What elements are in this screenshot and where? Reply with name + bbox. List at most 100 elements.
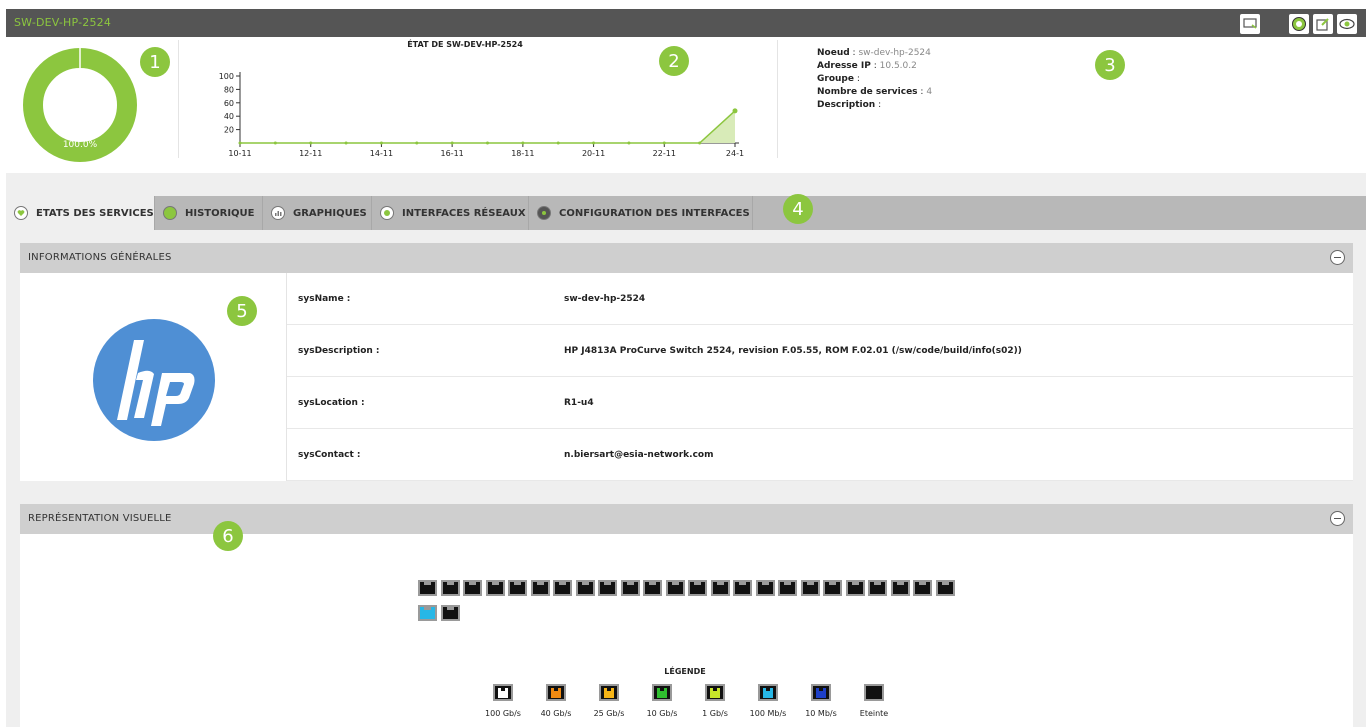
legend-item: 100 Mb/s (740, 684, 796, 718)
data-point (627, 141, 631, 145)
data-point (662, 141, 666, 145)
legend-item: 40 Gb/s (528, 684, 584, 718)
switch-port[interactable] (935, 580, 955, 596)
y-tick-label: 60 (224, 99, 234, 108)
callout-badge-5: 5 (227, 296, 257, 326)
switch-port[interactable] (575, 580, 595, 596)
bar-chart-icon (271, 206, 285, 220)
y-tick-label: 80 (224, 85, 234, 94)
legend-swatch (811, 684, 831, 701)
callout-badge-2: 2 (659, 46, 689, 76)
tab-history[interactable]: HISTORIQUE (155, 196, 263, 230)
info-row: sysContact : n.biersart@esia-network.com (287, 429, 1353, 481)
callout-badge-3: 3 (1095, 50, 1125, 80)
data-point (238, 141, 242, 145)
hp-logo (93, 319, 215, 441)
divider (178, 40, 179, 158)
screen-icon[interactable] (1240, 14, 1260, 34)
switch-port[interactable] (418, 605, 437, 621)
switch-port[interactable] (598, 580, 617, 596)
panel-title: INFORMATIONS GÉNÉRALES (28, 252, 172, 263)
info-row: sysName : sw-dev-hp-2524 (287, 273, 1353, 325)
switch-port[interactable] (463, 580, 482, 596)
legend-item: 25 Gb/s (581, 684, 637, 718)
switch-port[interactable] (688, 580, 707, 596)
switch-port[interactable] (778, 580, 797, 596)
divider (777, 40, 778, 158)
donut-ring (23, 48, 137, 162)
collapse-icon[interactable] (1330, 511, 1345, 526)
heart-icon (14, 206, 28, 220)
y-tick-label: 20 (224, 126, 234, 135)
legend-swatch (652, 684, 672, 701)
callout-badge-6: 6 (213, 521, 243, 551)
settings-icon (537, 206, 551, 220)
x-tick-label: 24-1 (726, 149, 744, 158)
switch-port[interactable] (755, 580, 775, 596)
legend-item: 10 Mb/s (793, 684, 849, 718)
legend-swatch (705, 684, 725, 701)
eye-icon[interactable] (1337, 14, 1357, 34)
data-point (273, 141, 277, 145)
switch-port[interactable] (868, 580, 887, 596)
switch-port[interactable] (530, 580, 550, 596)
title-bar: SW-DEV-HP-2524 (6, 9, 1366, 37)
legend-swatch (546, 684, 566, 701)
switch-port[interactable] (553, 580, 572, 596)
data-point (379, 141, 383, 145)
callout-badge-1: 1 (140, 47, 170, 77)
y-tick-label: 40 (224, 112, 234, 121)
legend-title: LÉGENDE (664, 667, 706, 676)
switch-port[interactable] (710, 580, 730, 596)
switch-port[interactable] (665, 580, 685, 596)
switch-port[interactable] (800, 580, 820, 596)
legend-swatch (864, 684, 884, 701)
x-tick-label: 20-11 (582, 149, 605, 158)
info-row: sysDescription : HP J4813A ProCurve Swit… (287, 325, 1353, 377)
data-point (732, 108, 738, 114)
x-tick-label: 10-11 (228, 149, 251, 158)
y-tick-label: 100 (219, 72, 234, 81)
data-point (450, 141, 454, 145)
tab-bar: ETATS DES SERVICES HISTORIQUE GRAPHIQUES… (6, 196, 1366, 230)
legend-label: 100 Gb/s (485, 709, 521, 718)
tab-network-interfaces[interactable]: INTERFACES RÉSEAUX (372, 196, 529, 230)
legend-item: 1 Gb/s (687, 684, 743, 718)
tab-interface-config[interactable]: CONFIGURATION DES INTERFACES (529, 196, 753, 230)
tab-charts[interactable]: GRAPHIQUES (263, 196, 372, 230)
data-point (521, 141, 525, 145)
data-point (486, 141, 489, 145)
legend-label: 40 Gb/s (540, 709, 572, 718)
legend-swatch (599, 684, 619, 701)
switch-port[interactable] (733, 580, 752, 596)
collapse-icon[interactable] (1330, 250, 1345, 265)
switch-port[interactable] (440, 605, 460, 621)
switch-port[interactable] (440, 580, 460, 596)
series-line (240, 110, 736, 144)
switch-port[interactable] (845, 580, 865, 596)
legend-item: 10 Gb/s (634, 684, 690, 718)
general-info-header: INFORMATIONS GÉNÉRALES (20, 243, 1353, 273)
switch-port[interactable] (508, 580, 527, 596)
data-point (698, 141, 702, 145)
general-info-body: sysName : sw-dev-hp-2524 sysDescription … (20, 273, 1353, 481)
series-area (240, 110, 735, 143)
x-tick-label: 16-11 (441, 149, 464, 158)
edit-icon[interactable] (1313, 14, 1333, 34)
info-row: sysLocation : R1-u4 (287, 377, 1353, 429)
legend-label: 10 Mb/s (805, 709, 837, 718)
panel-title: REPRÉSENTATION VISUELLE (28, 513, 172, 524)
switch-port[interactable] (890, 580, 910, 596)
switch-port[interactable] (823, 580, 842, 596)
chart-title: ÉTAT DE SW-DEV-HP-2524 (407, 40, 523, 49)
switch-port[interactable] (485, 580, 505, 596)
switch-port[interactable] (620, 580, 640, 596)
history-icon[interactable] (1289, 14, 1309, 34)
legend-label: 25 Gb/s (593, 709, 625, 718)
switch-port[interactable] (643, 580, 662, 596)
switch-port[interactable] (913, 580, 932, 596)
tab-services[interactable]: ETATS DES SERVICES (6, 196, 155, 230)
switch-port[interactable] (418, 580, 437, 596)
legend-swatch (758, 684, 778, 701)
x-tick-label: 14-11 (370, 149, 393, 158)
